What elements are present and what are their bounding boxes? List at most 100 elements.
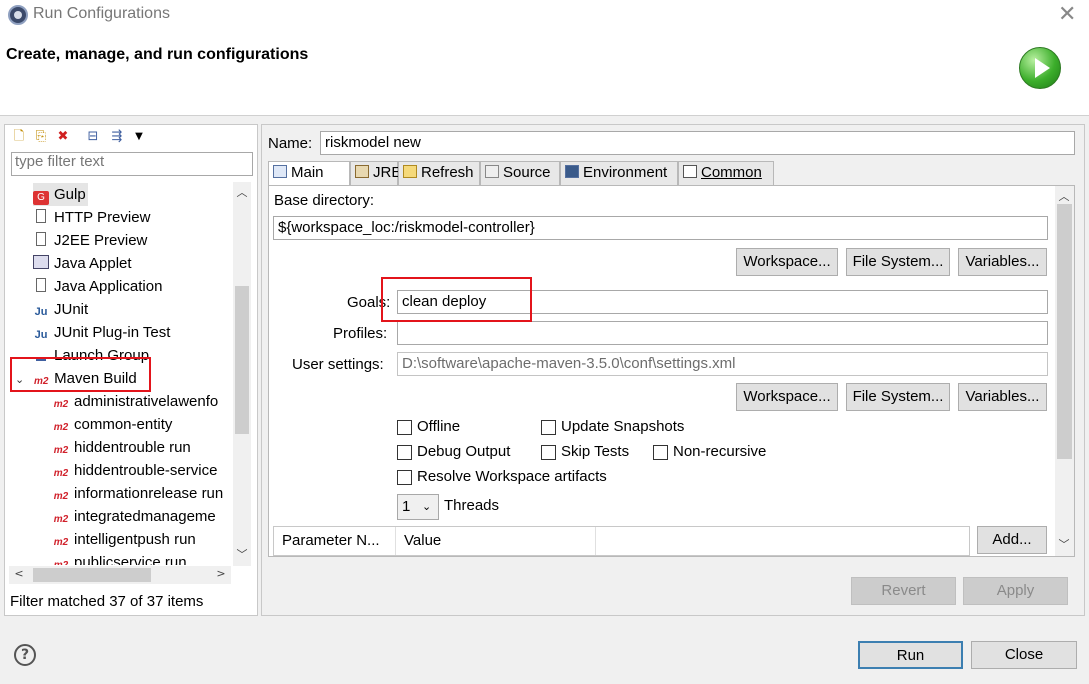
scroll-down-icon[interactable]: ﹀ [1056,536,1072,552]
tab-environment[interactable]: Environment [560,161,678,185]
variables-button[interactable]: Variables... [958,248,1047,276]
tree-item-launch-group[interactable]: ▬ Launch Group [33,344,149,367]
file-system-button[interactable]: File System... [846,248,950,276]
tree-vertical-scrollbar[interactable]: ︿ ﹀ [233,182,251,566]
delete-icon[interactable]: ✖ [55,129,71,145]
close-icon[interactable]: ✕ [1058,2,1076,27]
main-tab-scrollbar[interactable]: ︿ ﹀ [1055,186,1074,556]
apply-button[interactable]: Apply [963,577,1068,605]
http-preview-icon [36,209,46,223]
maven-icon: m2 [53,514,69,525]
scroll-up-icon[interactable]: ︿ [234,184,250,200]
maven-icon: m2 [53,422,69,433]
skip-tests-checkbox[interactable] [541,445,556,460]
file-system-button-2[interactable]: File System... [846,383,950,411]
tree-item-config[interactable]: m2 administrativelawenfo [53,390,218,413]
workspace-button-2[interactable]: Workspace... [736,383,838,411]
resolve-workspace-checkbox[interactable] [397,470,412,485]
tree-item-label: JUnit Plug-in Test [54,324,171,341]
title-bar: Run Configurations ✕ [0,0,1089,30]
tree-item-config[interactable]: m2 common-entity [53,413,173,436]
non-recursive-checkbox[interactable] [653,445,668,460]
duplicate-icon[interactable]: ⎘ [33,129,49,145]
scrollbar-thumb[interactable] [1057,204,1072,459]
tree-item-http-preview[interactable]: HTTP Preview [33,206,150,229]
tree-item-label: administrativelawenfo [74,393,219,410]
tab-jre[interactable]: JRE [350,161,401,185]
maven-icon: m2 [33,376,49,387]
tree-item-config[interactable]: m2 intelligentpush run [53,528,196,551]
tree-item-config[interactable]: m2 hiddentrouble run [53,436,191,459]
maven-icon: m2 [53,559,69,565]
tree-item-config[interactable]: m2 integratedmanageme [53,505,216,528]
tree-item-maven-build[interactable]: ⌄ m2 Maven Build [15,367,137,390]
tree-item-gulp[interactable]: G Gulp [33,183,88,206]
tree-item-label: Maven Build [54,370,137,387]
filter-input[interactable]: type filter text [11,152,253,176]
scroll-right-icon[interactable]: > [213,567,229,580]
tree-item-java-applet[interactable]: Java Applet [33,252,132,275]
chevron-down-icon[interactable]: ⌄ [15,369,29,392]
tree-item-junit[interactable]: Ju JUnit [33,298,89,321]
run-configurations-dialog: Run Configurations ✕ Create, manage, and… [0,0,1089,684]
tree-item-label: JUnit [54,301,89,318]
junit-icon: Ju [34,306,48,318]
scroll-down-icon[interactable]: ﹀ [234,546,250,562]
tree-item-config[interactable]: m2 hiddentrouble-service [53,459,218,482]
new-config-icon[interactable]: 🗋 [11,129,27,145]
threads-select[interactable]: 1 ⌄ [397,494,439,520]
run-button[interactable]: Run [858,641,963,669]
tab-common[interactable]: Common [678,161,774,185]
param-value-header[interactable]: Value [396,527,596,555]
goals-input[interactable]: clean deploy [397,290,1048,314]
tab-refresh[interactable]: Refresh [398,161,480,185]
debug-output-checkbox[interactable] [397,445,412,460]
collapse-all-icon[interactable]: ⊟ [85,129,101,145]
resolve-workspace-label: Resolve Workspace artifacts [417,468,607,485]
tree-item-j2ee-preview[interactable]: J2EE Preview [33,229,147,252]
scrollbar-thumb[interactable] [33,568,151,582]
offline-checkbox[interactable] [397,420,412,435]
junit-plugin-icon: Ju [34,329,48,341]
tree-item-java-application[interactable]: Java Application [33,275,162,298]
scroll-left-icon[interactable]: < [11,567,27,580]
menu-dropdown-icon[interactable]: ▼ [131,129,147,145]
tree-item-label: hiddentrouble-service [74,462,218,479]
maven-icon: m2 [53,468,69,479]
tree-item-config[interactable]: m2 informationrelease run [53,482,223,505]
main-tab-icon [273,165,287,178]
tab-source[interactable]: Source [480,161,560,185]
update-snapshots-checkbox[interactable] [541,420,556,435]
tab-main[interactable]: Main [268,161,350,185]
tree-item-label: publicservice run [74,554,187,565]
add-button[interactable]: Add... [977,526,1047,554]
revert-button[interactable]: Revert [851,577,956,605]
threads-label: Threads [444,497,500,514]
parameter-table[interactable]: Parameter N... Value [273,526,970,556]
tab-label: Main [291,164,324,181]
profiles-input[interactable] [397,321,1048,345]
scrollbar-thumb[interactable] [235,286,249,434]
tree-item-label: Java Applet [54,255,132,272]
tree-item-label: common-entity [74,416,173,433]
tree-item-junit-plugin-test[interactable]: Ju JUnit Plug-in Test [33,321,171,344]
tab-label: Refresh [421,164,474,181]
base-directory-input[interactable]: ${workspace_loc:/riskmodel-controller} [273,216,1048,240]
help-icon[interactable]: ? [14,644,36,666]
workspace-button[interactable]: Workspace... [736,248,838,276]
environment-tab-icon [565,165,579,178]
filter-icon[interactable]: ⇶ [109,129,125,145]
param-name-header[interactable]: Parameter N... [274,527,396,555]
tree-horizontal-scrollbar[interactable]: < > [9,566,231,584]
close-button[interactable]: Close [971,641,1077,669]
variables-button-2[interactable]: Variables... [958,383,1047,411]
configuration-tree: G Gulp HTTP Preview J2EE Preview Java App… [9,181,231,565]
java-application-icon [36,278,46,292]
tree-item-config[interactable]: m2 publicservice run [53,551,187,565]
scroll-up-icon[interactable]: ︿ [1056,188,1072,204]
name-input[interactable]: riskmodel new [320,131,1075,155]
non-recursive-label: Non-recursive [673,443,767,460]
user-settings-input[interactable]: D:\software\apache-maven-3.5.0\conf\sett… [397,352,1048,376]
window-title: Run Configurations [33,5,170,22]
tree-item-label: intelligentpush run [74,531,196,548]
